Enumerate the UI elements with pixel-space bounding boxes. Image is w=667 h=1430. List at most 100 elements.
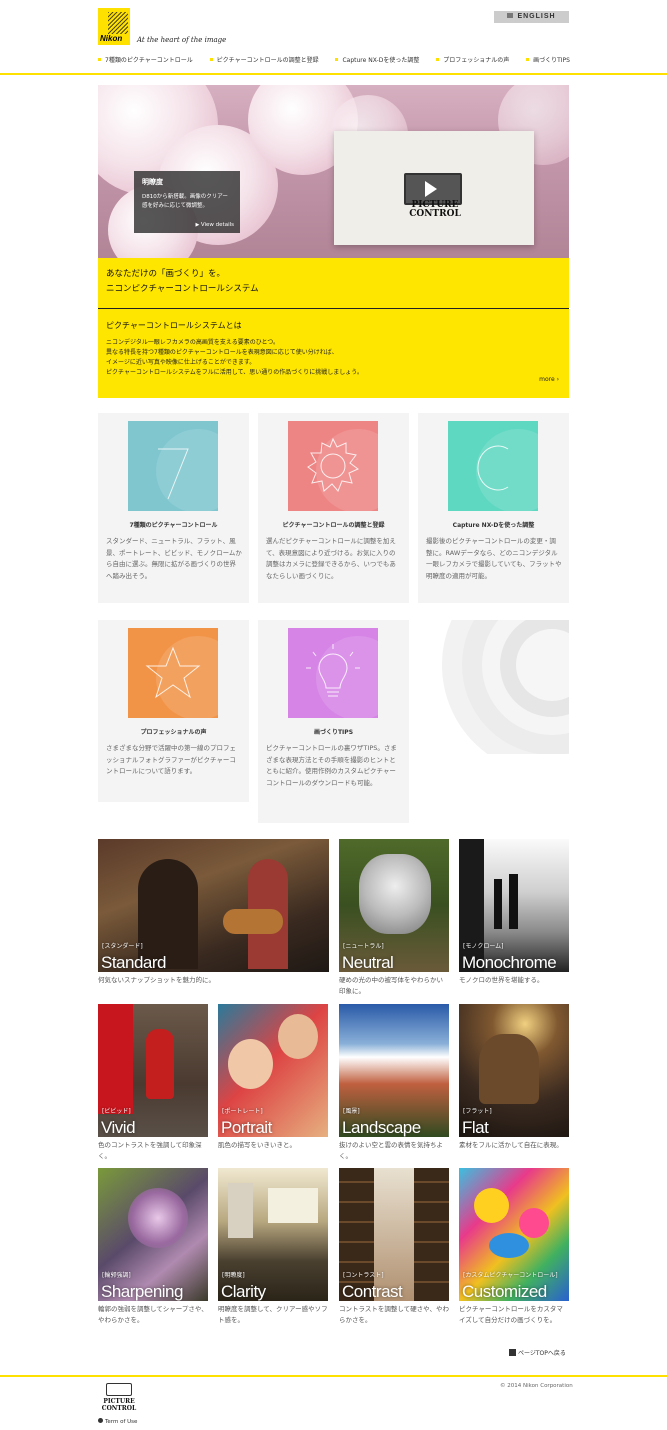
page-top-link[interactable]: ページTOPへ戻る: [509, 1348, 566, 1357]
nav-label: Capture NX-Dを使った調整: [342, 57, 420, 64]
red-door: [98, 1004, 133, 1114]
card-seven-types[interactable]: 7種類のピクチャーコントロール スタンダード、ニュートラル、フラット、風景、ポー…: [98, 413, 249, 603]
more-link[interactable]: more ›: [539, 376, 559, 383]
copyright: © 2014 Nikon Corporation: [500, 1383, 573, 1389]
card-title: Capture NX-Dを使った調整: [452, 522, 535, 529]
style-en-label: Monochrome: [462, 953, 557, 972]
photo-standard[interactable]: [スタンダード] Standard: [98, 839, 329, 972]
tile-graphic: [128, 421, 218, 511]
card-adjust[interactable]: ピクチャーコントロールの調整と登録 選んだピクチャーコントロールに調整を加えて、…: [258, 413, 409, 603]
style-en-label: Standard: [101, 953, 167, 972]
card-tips[interactable]: 画づくりTIPS ピクチャーコントロールの裏ワザTIPS。さまざまな表現方法とそ…: [258, 620, 409, 823]
nav-item-adjust[interactable]: ピクチャーコントロールの調整と登録: [209, 55, 319, 65]
tile-graphic: [288, 421, 378, 511]
nav-label: 画づくりTIPS: [533, 57, 570, 64]
style-desc: 抜けのよい空と雲の表情を気持ちよく。: [339, 1141, 443, 1160]
footer-logo-text: PICTURE CONTROL: [97, 1398, 141, 1412]
style-desc: 何気ないスナップショットを魅力的に。: [98, 976, 215, 984]
footer-divider: [0, 1375, 667, 1377]
card-desc: さまざまな分野で活躍中の第一線のプロフェッショナルフォトグラファーがピクチャーコ…: [106, 744, 236, 775]
photo-monochrome[interactable]: [モノクローム] Monochrome: [459, 839, 569, 972]
desc-line: イメージに近い写真や映像に仕上げることができます。: [106, 359, 256, 366]
card-desc: ピクチャーコントロールの裏ワザTIPS。さまざまな表現方法とその手順を撮影のヒン…: [266, 744, 397, 787]
global-nav: 7種類のピクチャーコントロール ピクチャーコントロールの調整と登録 Captur…: [98, 55, 570, 65]
headline-line1: あなただけの「画づくり」を。: [106, 269, 226, 279]
card-capture-nxd[interactable]: Capture NX-Dを使った調整 撮影後のピクチャーコントロールの変更・調整…: [418, 413, 569, 603]
style-desc: モノクロの世界を堪能する。: [459, 976, 544, 984]
logo-text: Nikon: [100, 34, 123, 43]
card-title: ピクチャーコントロールの調整と登録: [282, 522, 385, 529]
terms-label: Term of Use: [105, 1419, 138, 1425]
footer-picture-control-logo[interactable]: PICTURE CONTROL: [102, 1383, 136, 1413]
photo-contrast[interactable]: [コントラスト] Contrast: [339, 1168, 449, 1301]
bullet-icon: [335, 58, 339, 61]
photo-customized[interactable]: [カスタムピクチャーコントロール] Customized: [459, 1168, 569, 1301]
page: Nikon At the heart of the image ENGLISH …: [0, 0, 667, 1430]
intro-divider: [98, 308, 569, 309]
candy: [519, 1208, 549, 1238]
nav-item-professional[interactable]: プロフェッショナルの声: [436, 55, 509, 65]
card-professional[interactable]: プロフェッショナルの声 さまざまな分野で活躍中の第一線のプロフェッショナルフォト…: [98, 620, 249, 802]
hero-caption-title: 明瞭度: [142, 178, 163, 186]
window: [268, 1188, 318, 1223]
header-divider: [0, 73, 667, 75]
nav-item-seven-types[interactable]: 7種類のピクチャーコントロール: [98, 55, 193, 65]
play-icon[interactable]: [425, 181, 437, 197]
style-en-label: Customized: [462, 1282, 547, 1301]
bullet-icon: [526, 58, 530, 61]
style-desc: 色のコントラストを強調して印象深く。: [98, 1141, 202, 1160]
card-desc: スタンダード、ニュートラル、フラット、風景、ポートレート、ビビッド、モノクローム…: [106, 537, 242, 580]
style-jp-label: [ポートレート]: [222, 1108, 263, 1115]
photo-sharpening[interactable]: [輪郭強調] Sharpening: [98, 1168, 208, 1301]
style-desc: コントラストを調整して硬さや、やわらかさを。: [339, 1305, 449, 1324]
english-button[interactable]: ENGLISH: [494, 11, 569, 23]
style-en-label: Contrast: [342, 1282, 403, 1301]
card-desc: 撮影後のピクチャーコントロールの変更・調整に。RAWデータなら、どのニコンデジタ…: [426, 537, 562, 580]
monitor-icon: [106, 1383, 132, 1396]
desc-line: ピクチャーコントロールシステムをフルに活用して、思い通りの作品づくりに挑戦しまし…: [106, 369, 363, 376]
c-icon: [448, 421, 538, 511]
tagline: At the heart of the image: [137, 36, 227, 44]
style-jp-label: [カスタムピクチャーコントロール]: [463, 1272, 558, 1279]
desc-line: 異なる特長を持つ7種類のピクチャーコントロールを表現意図に応じて使い分ければ、: [106, 349, 338, 356]
style-en-label: Flat: [462, 1118, 489, 1137]
nav-label: 7種類のピクチャーコントロール: [105, 57, 193, 64]
bullet-icon: [436, 58, 440, 61]
intro-headline: あなただけの「画づくり」を。 ニコンピクチャーコントロールシステム: [106, 267, 259, 297]
tile-graphic: [128, 628, 218, 718]
terms-of-use-link[interactable]: Term of Use: [98, 1418, 137, 1425]
picture-control-video-card[interactable]: PICTURE CONTROL: [334, 131, 534, 245]
photo-portrait[interactable]: [ポートレート] Portrait: [218, 1004, 328, 1137]
footer-logo-line1: PICTURE: [103, 1398, 135, 1405]
card-desc: 選んだピクチャーコントロールに調整を加えて、表現意図により近づける。お気に入りの…: [266, 537, 396, 580]
nav-item-capture-nxd[interactable]: Capture NX-Dを使った調整: [335, 55, 419, 65]
card-title: 7種類のピクチャーコントロール: [129, 522, 218, 529]
hero-banner[interactable]: PICTURE CONTROL 明瞭度 D810から新搭載。画像のクリアー感を好み…: [98, 85, 569, 258]
cat: [359, 854, 431, 934]
style-en-label: Landscape: [342, 1118, 421, 1137]
view-details-link[interactable]: View details: [195, 222, 234, 228]
photo-neutral[interactable]: [ニュートラル] Neutral: [339, 839, 449, 972]
child-face: [278, 1014, 318, 1059]
photo-clarity[interactable]: [明瞭度] Clarity: [218, 1168, 328, 1301]
child-face: [228, 1039, 273, 1089]
nikon-logo[interactable]: Nikon: [98, 8, 130, 45]
intro-description: ニコンデジタル一眼レフカメラの高画質を支える要素のひとつ。 異なる特長を持つ7種…: [106, 338, 546, 378]
photo-vivid[interactable]: [ビビッド] Vivid: [98, 1004, 208, 1137]
bullet-icon: [209, 58, 213, 61]
footer-logo-line2: CONTROL: [101, 1405, 137, 1412]
pc-logo-text: PICTURE CONTROL: [400, 201, 470, 219]
style-desc: 肌色の描写をいきいきと。: [218, 1141, 296, 1149]
person: [509, 874, 518, 929]
candy: [489, 1233, 529, 1258]
girl-red-coat: [146, 1029, 174, 1099]
seven-icon: [128, 421, 218, 511]
nav-item-tips[interactable]: 画づくりTIPS: [526, 55, 570, 65]
style-en-label: Clarity: [221, 1282, 266, 1301]
page-top-label: ページTOPへ戻る: [518, 1350, 566, 1357]
carousel-horse: [479, 1034, 539, 1104]
photo-flat[interactable]: [フラット] Flat: [459, 1004, 569, 1137]
photo-landscape[interactable]: [風景] Landscape: [339, 1004, 449, 1137]
gear-icon: [288, 421, 378, 511]
window: [228, 1183, 253, 1238]
